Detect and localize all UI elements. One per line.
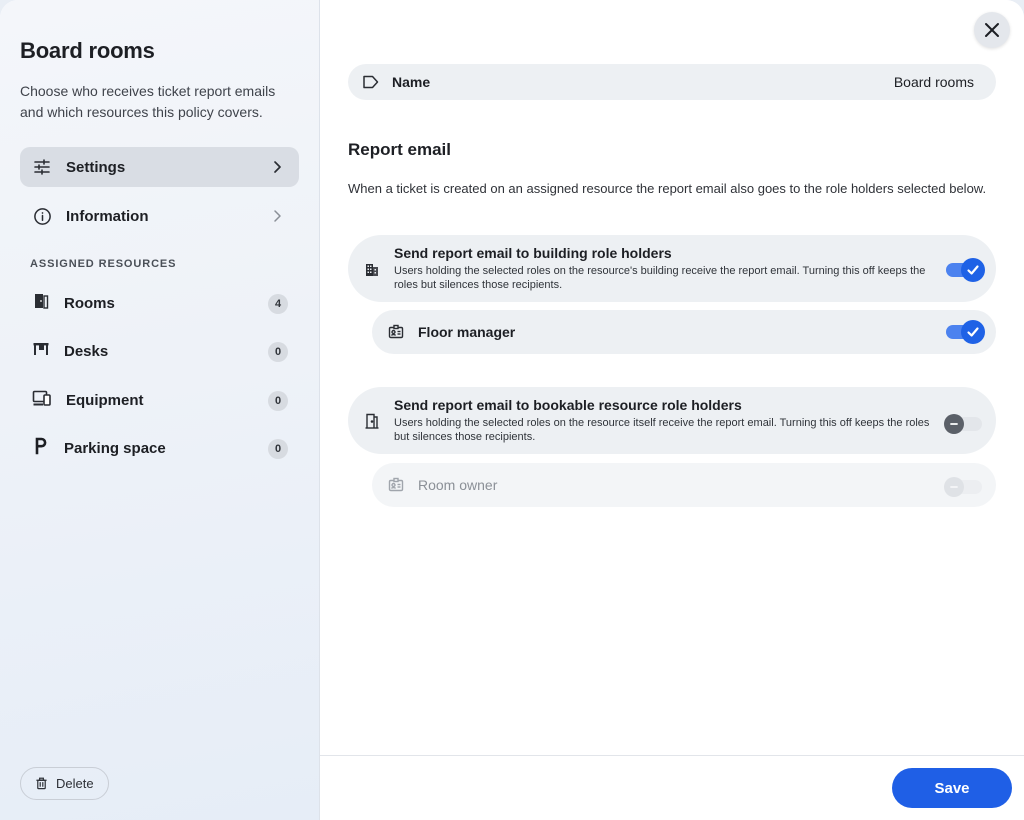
id-badge-icon [388,477,404,492]
trash-icon [36,777,47,790]
resource-role-holders-card: Send report email to bookable resource r… [348,387,996,454]
section-description: When a ticket is created on an assigned … [348,181,987,196]
name-field-label: Name [392,74,431,90]
card-description: Users holding the selected roles on the … [394,417,930,443]
chevron-right-icon [274,210,281,222]
main-panel: Name Board rooms Report email When a tic… [320,0,1024,820]
resource-label: Equipment [66,391,144,409]
policy-modal: Board rooms Choose who receives ticket r… [0,0,1024,820]
devices-icon [32,389,52,412]
nav-item-label: Settings [66,158,126,176]
minus-icon [950,423,958,425]
floor-manager-toggle[interactable] [946,320,985,344]
name-field[interactable]: Name Board rooms [348,64,996,100]
close-button[interactable] [974,12,1010,48]
building-icon [366,264,378,276]
delete-button[interactable]: Delete [20,767,109,800]
resource-item-desks[interactable]: Desks 0 [20,331,299,371]
count-badge: 0 [268,342,288,362]
resource-role-holders-toggle[interactable] [944,414,982,434]
chevron-right-icon [274,161,281,173]
resource-item-parking-space[interactable]: Parking space 0 [20,428,299,468]
nav-item-label: Information [66,207,149,225]
sidebar-description: Choose who receives ticket report emails… [20,83,276,120]
count-badge: 4 [268,294,288,314]
close-icon [985,23,999,37]
name-field-value[interactable]: Board rooms [894,74,974,90]
toggle-knob [944,414,964,434]
toggle-knob [961,258,985,282]
door-outline-icon [365,413,379,429]
check-icon [967,265,979,275]
section-label-assigned-resources: ASSIGNED RESOURCES [30,258,177,270]
sidebar: Board rooms Choose who receives ticket r… [0,0,320,820]
save-button[interactable]: Save [892,768,1012,808]
resource-label: Parking space [64,439,166,457]
toggle-knob [944,477,964,497]
card-title: Send report email to bookable resource r… [394,397,742,413]
footer: Save [320,755,1024,820]
sidebar-title: Board rooms [20,38,155,63]
check-icon [967,327,979,337]
id-badge-icon [388,324,404,339]
info-icon [32,206,52,226]
nav-item-settings[interactable]: Settings [20,147,299,187]
parking-icon [32,437,50,460]
count-badge: 0 [268,439,288,459]
resource-item-equipment[interactable]: Equipment 0 [20,380,299,420]
sliders-icon [32,157,52,177]
room-owner-toggle[interactable] [944,477,982,497]
role-row-floor-manager: Floor manager [372,310,996,354]
delete-label: Delete [56,776,94,791]
minus-icon [950,486,958,488]
door-icon [32,292,50,315]
tag-icon [363,75,379,89]
count-badge: 0 [268,391,288,411]
resource-label: Desks [64,342,109,360]
nav-item-information[interactable]: Information [20,196,299,236]
role-label: Room owner [418,477,498,493]
resource-label: Rooms [64,294,115,312]
resource-item-rooms[interactable]: Rooms 4 [20,283,299,323]
role-row-room-owner: Room owner [372,463,996,507]
building-role-holders-toggle[interactable] [946,258,985,282]
desk-icon [32,340,50,363]
section-title: Report email [348,140,451,159]
role-label: Floor manager [418,324,516,340]
building-role-holders-card: Send report email to building role holde… [348,235,996,302]
card-title: Send report email to building role holde… [394,245,672,261]
card-description: Users holding the selected roles on the … [394,265,926,291]
toggle-knob [961,320,985,344]
